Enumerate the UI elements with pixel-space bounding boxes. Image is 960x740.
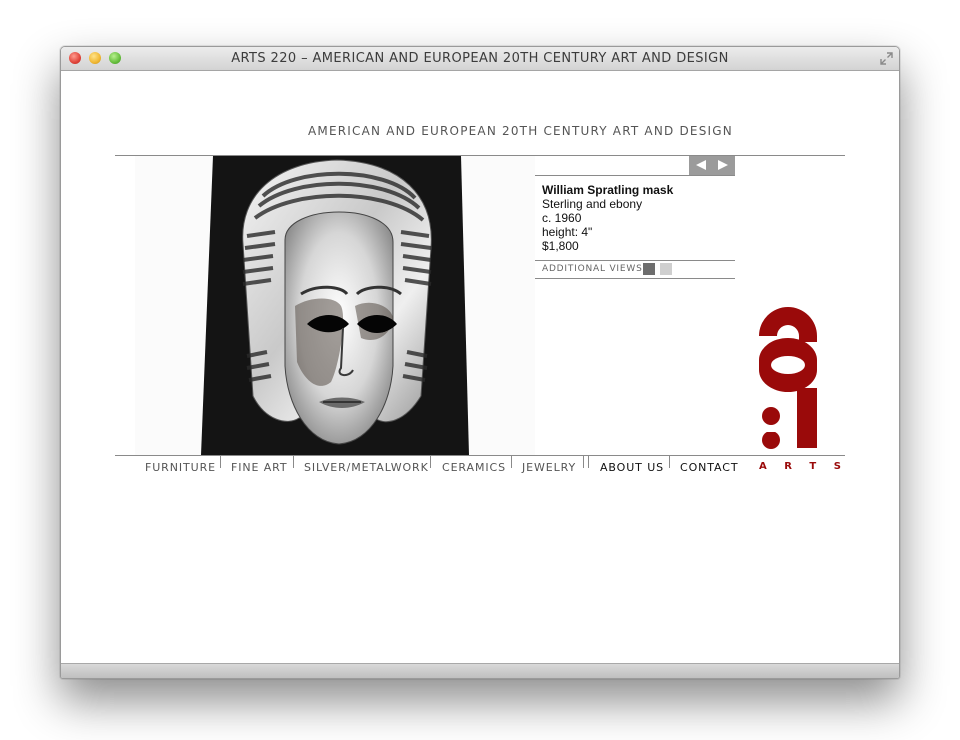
item-navigation [689, 156, 735, 175]
additional-views-row: ADDITIONAL VIEWS [535, 260, 735, 279]
nav-separator [669, 456, 670, 468]
next-arrow-icon[interactable] [712, 156, 735, 175]
nav-separator [220, 456, 221, 468]
nav-item-contact[interactable]: CONTACT [680, 461, 738, 474]
item-price: $1,800 [542, 239, 579, 253]
browser-window: ARTS 220 – AMERICAN AND EUROPEAN 20TH CE… [60, 46, 900, 679]
title-bar[interactable]: ARTS 220 – AMERICAN AND EUROPEAN 20TH CE… [61, 47, 899, 71]
product-image [135, 156, 535, 455]
view-thumbnail-1[interactable] [643, 263, 655, 275]
item-height: height: 4" [542, 225, 593, 239]
item-name: William Spratling mask [542, 183, 674, 197]
nav-separator [430, 456, 431, 468]
info-divider [535, 175, 735, 176]
item-date: c. 1960 [542, 211, 582, 225]
main-navigation: FURNITURE FINE ART SILVER/METALWORK CERA… [115, 456, 738, 480]
view-thumbnail-2[interactable] [660, 263, 672, 275]
nav-item-jewelry[interactable]: JEWELRY [522, 461, 576, 474]
nav-item-ceramics[interactable]: CERAMICS [442, 461, 506, 474]
arts-220-logo[interactable] [757, 306, 819, 477]
nav-separator [588, 456, 589, 468]
nav-item-silver-metalwork[interactable]: SILVER/METALWORK [304, 461, 429, 474]
window-bottom-bar [61, 663, 899, 678]
fullscreen-icon[interactable] [880, 52, 893, 65]
site-tagline: AMERICAN AND EUROPEAN 20TH CENTURY ART A… [308, 124, 733, 138]
previous-arrow-icon[interactable] [689, 156, 712, 175]
additional-views-label: ADDITIONAL VIEWS [542, 264, 643, 274]
window-title: ARTS 220 – AMERICAN AND EUROPEAN 20TH CE… [231, 51, 729, 66]
nav-item-furniture[interactable]: FURNITURE [145, 461, 216, 474]
logo-wordmark: A R T S [759, 461, 848, 472]
nav-item-fine-art[interactable]: FINE ART [231, 461, 288, 474]
nav-item-about-us[interactable]: ABOUT US [600, 461, 664, 474]
item-details: William Spratling mask Sterling and ebon… [542, 183, 732, 253]
item-material: Sterling and ebony [542, 197, 643, 211]
nav-separator [583, 456, 584, 468]
nav-separator [293, 456, 294, 468]
silver-mask-image [201, 156, 469, 455]
page-content: AMERICAN AND EUROPEAN 20TH CENTURY ART A… [61, 71, 899, 663]
nav-separator [511, 456, 512, 468]
